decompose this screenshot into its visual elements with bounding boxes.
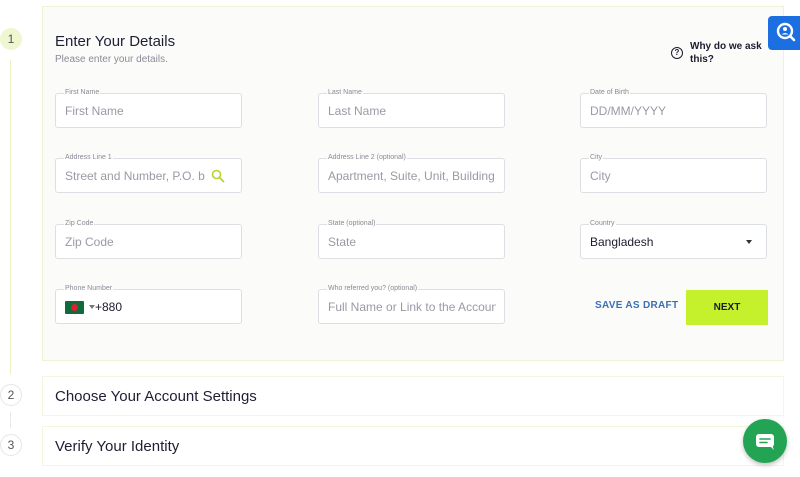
- field-label: Zip Code: [64, 219, 95, 228]
- country-value: Bangladesh: [590, 235, 654, 249]
- zip-code-field[interactable]: Zip Code Zip Code: [55, 219, 242, 259]
- address-line-2-field[interactable]: Address Line 2 (optional) Apartment, Sui…: [318, 153, 505, 193]
- chat-icon: [756, 434, 774, 450]
- search-person-icon: [776, 22, 796, 42]
- field-placeholder: Full Name or Link to the Account: [328, 300, 496, 314]
- details-panel: Enter Your Details Please enter your det…: [42, 6, 784, 361]
- field-placeholder: DD/MM/YYYY: [590, 104, 667, 118]
- field-label: Who referred you? (optional): [327, 284, 419, 293]
- field-label: State (optional): [327, 219, 377, 228]
- field-label: City: [589, 153, 604, 162]
- why-do-we-ask-link[interactable]: ? Why do we ask this?: [671, 40, 770, 66]
- section-subtitle: Please enter your details.: [55, 54, 168, 65]
- field-placeholder: State: [328, 235, 357, 249]
- section-title: Enter Your Details: [55, 33, 176, 50]
- field-placeholder: City: [590, 169, 611, 183]
- field-label: Phone Number: [64, 284, 114, 293]
- help-widget-button[interactable]: [768, 16, 800, 50]
- field-label: Address Line 1: [64, 153, 113, 162]
- bangladesh-flag-icon[interactable]: [65, 301, 84, 314]
- field-placeholder: First Name: [65, 104, 124, 118]
- step-connector: [10, 60, 11, 374]
- field-label: Address Line 2 (optional): [327, 153, 407, 162]
- why-do-we-ask-label: Why do we ask this?: [690, 41, 762, 65]
- phone-number-field[interactable]: Phone Number +880: [55, 284, 242, 324]
- caret-down-icon: [746, 240, 752, 244]
- country-select[interactable]: Country Bangladesh: [580, 219, 767, 259]
- address-line-1-field[interactable]: Address Line 1 Street and Number, P.O. b: [55, 153, 242, 193]
- search-icon[interactable]: [211, 169, 225, 183]
- field-placeholder: Zip Code: [65, 235, 114, 249]
- next-button[interactable]: NEXT: [686, 290, 768, 325]
- last-name-field[interactable]: Last Name Last Name: [318, 88, 505, 128]
- phone-country-code: +880: [95, 300, 123, 314]
- account-settings-panel[interactable]: Choose Your Account Settings: [42, 376, 784, 416]
- field-label: Country: [589, 219, 616, 228]
- question-icon: ?: [671, 47, 683, 59]
- field-label: Date of Birth: [589, 88, 630, 97]
- section-title: Verify Your Identity: [55, 438, 180, 455]
- verify-identity-panel[interactable]: Verify Your Identity: [42, 426, 784, 466]
- save-as-draft-button[interactable]: SAVE AS DRAFT: [595, 300, 678, 311]
- field-label: Last Name: [327, 88, 363, 97]
- date-of-birth-field[interactable]: Date of Birth DD/MM/YYYY: [580, 88, 767, 128]
- field-placeholder: Apartment, Suite, Unit, Building e: [328, 169, 496, 183]
- step-3-indicator: 3: [0, 434, 22, 456]
- field-placeholder: Street and Number, P.O. b: [65, 169, 205, 183]
- first-name-field[interactable]: First Name First Name: [55, 88, 242, 128]
- step-2-indicator: 2: [0, 384, 22, 406]
- chat-widget-button[interactable]: [743, 419, 787, 463]
- city-field[interactable]: City City: [580, 153, 767, 193]
- section-title: Choose Your Account Settings: [55, 388, 257, 405]
- referral-field[interactable]: Who referred you? (optional) Full Name o…: [318, 284, 505, 324]
- field-label: First Name: [64, 88, 101, 97]
- step-connector: [10, 412, 11, 428]
- field-placeholder: Last Name: [328, 104, 387, 118]
- state-field[interactable]: State (optional) State: [318, 219, 505, 259]
- step-1-indicator: 1: [0, 28, 22, 50]
